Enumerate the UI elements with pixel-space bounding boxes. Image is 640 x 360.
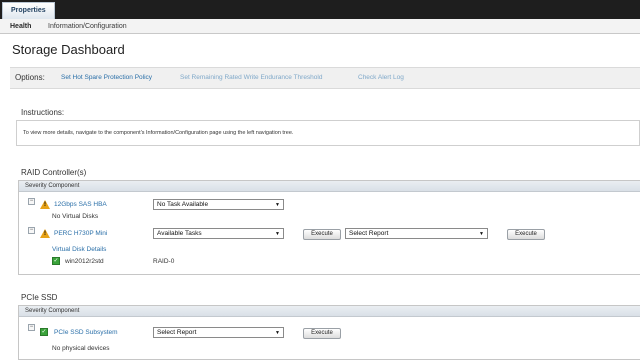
task-select-value: No Task Available	[157, 201, 209, 208]
task-select-perc[interactable]: Available Tasks ▼	[153, 228, 284, 239]
report-select-value: Select Report	[349, 230, 389, 237]
options-bar: Options: Set Hot Spare Protection Policy…	[10, 67, 640, 89]
execute-report-button[interactable]: Execute	[507, 229, 545, 240]
instructions-box: To view more details, navigate to the co…	[16, 120, 640, 146]
execute-task-button[interactable]: Execute	[303, 229, 341, 240]
report-select-perc[interactable]: Select Report ▼	[345, 228, 488, 239]
pcie-status: No physical devices	[52, 345, 110, 352]
virtual-disk-details-link[interactable]: Virtual Disk Details	[52, 246, 106, 253]
execute-pcie-button[interactable]: Execute	[303, 328, 341, 339]
report-select-value: Select Report	[157, 329, 197, 336]
tab-health[interactable]: Health	[10, 19, 31, 34]
ok-check-icon: ✓	[40, 328, 48, 336]
dropdown-arrow-icon: ▼	[275, 330, 280, 336]
tab-information-configuration[interactable]: Information/Configuration	[48, 19, 127, 34]
dropdown-arrow-icon: ▼	[479, 231, 484, 237]
collapse-icon[interactable]: −	[28, 227, 35, 234]
raid-section-title: RAID Controller(s)	[21, 168, 87, 177]
set-hot-spare-link[interactable]: Set Hot Spare Protection Policy	[61, 74, 152, 81]
check-alert-log-link[interactable]: Check Alert Log	[358, 74, 404, 81]
instructions-title: Instructions:	[21, 108, 65, 117]
sas-hba-status: No Virtual Disks	[52, 213, 99, 220]
ok-check-icon: ✓	[52, 257, 60, 265]
virtual-disk-name: win2012r2std	[65, 258, 104, 265]
pcie-table-header: Severity Component	[19, 306, 640, 317]
set-endurance-threshold-link[interactable]: Set Remaining Rated Write Endurance Thre…	[180, 74, 322, 81]
options-label: Options:	[15, 73, 45, 82]
tab-properties[interactable]: Properties	[2, 2, 55, 19]
task-select-value: Available Tasks	[157, 230, 202, 237]
raid-panel: Severity Component	[18, 180, 640, 275]
task-select-sas-hba[interactable]: No Task Available ▼	[153, 199, 284, 210]
collapse-icon[interactable]: −	[28, 198, 35, 205]
dropdown-arrow-icon: ▼	[275, 202, 280, 208]
controller-link-perc[interactable]: PERC H730P Mini	[54, 230, 107, 237]
report-select-pcie[interactable]: Select Report ▼	[153, 327, 284, 338]
top-tab-bar: Properties	[0, 0, 640, 19]
instructions-text: To view more details, navigate to the co…	[23, 130, 294, 136]
collapse-icon[interactable]: −	[28, 324, 35, 331]
controller-link-sas-hba[interactable]: 12Gbps SAS HBA	[54, 201, 107, 208]
pcie-ssd-subsystem-link[interactable]: PCIe SSD Subsystem	[54, 329, 118, 336]
raid-table-header: Severity Component	[19, 181, 640, 192]
page-title: Storage Dashboard	[12, 42, 125, 57]
pcie-section-title: PCIe SSD	[21, 293, 58, 302]
dropdown-arrow-icon: ▼	[275, 231, 280, 237]
sub-tab-bar: Health Information/Configuration	[0, 19, 640, 34]
virtual-disk-raid-level: RAID-0	[153, 258, 175, 265]
